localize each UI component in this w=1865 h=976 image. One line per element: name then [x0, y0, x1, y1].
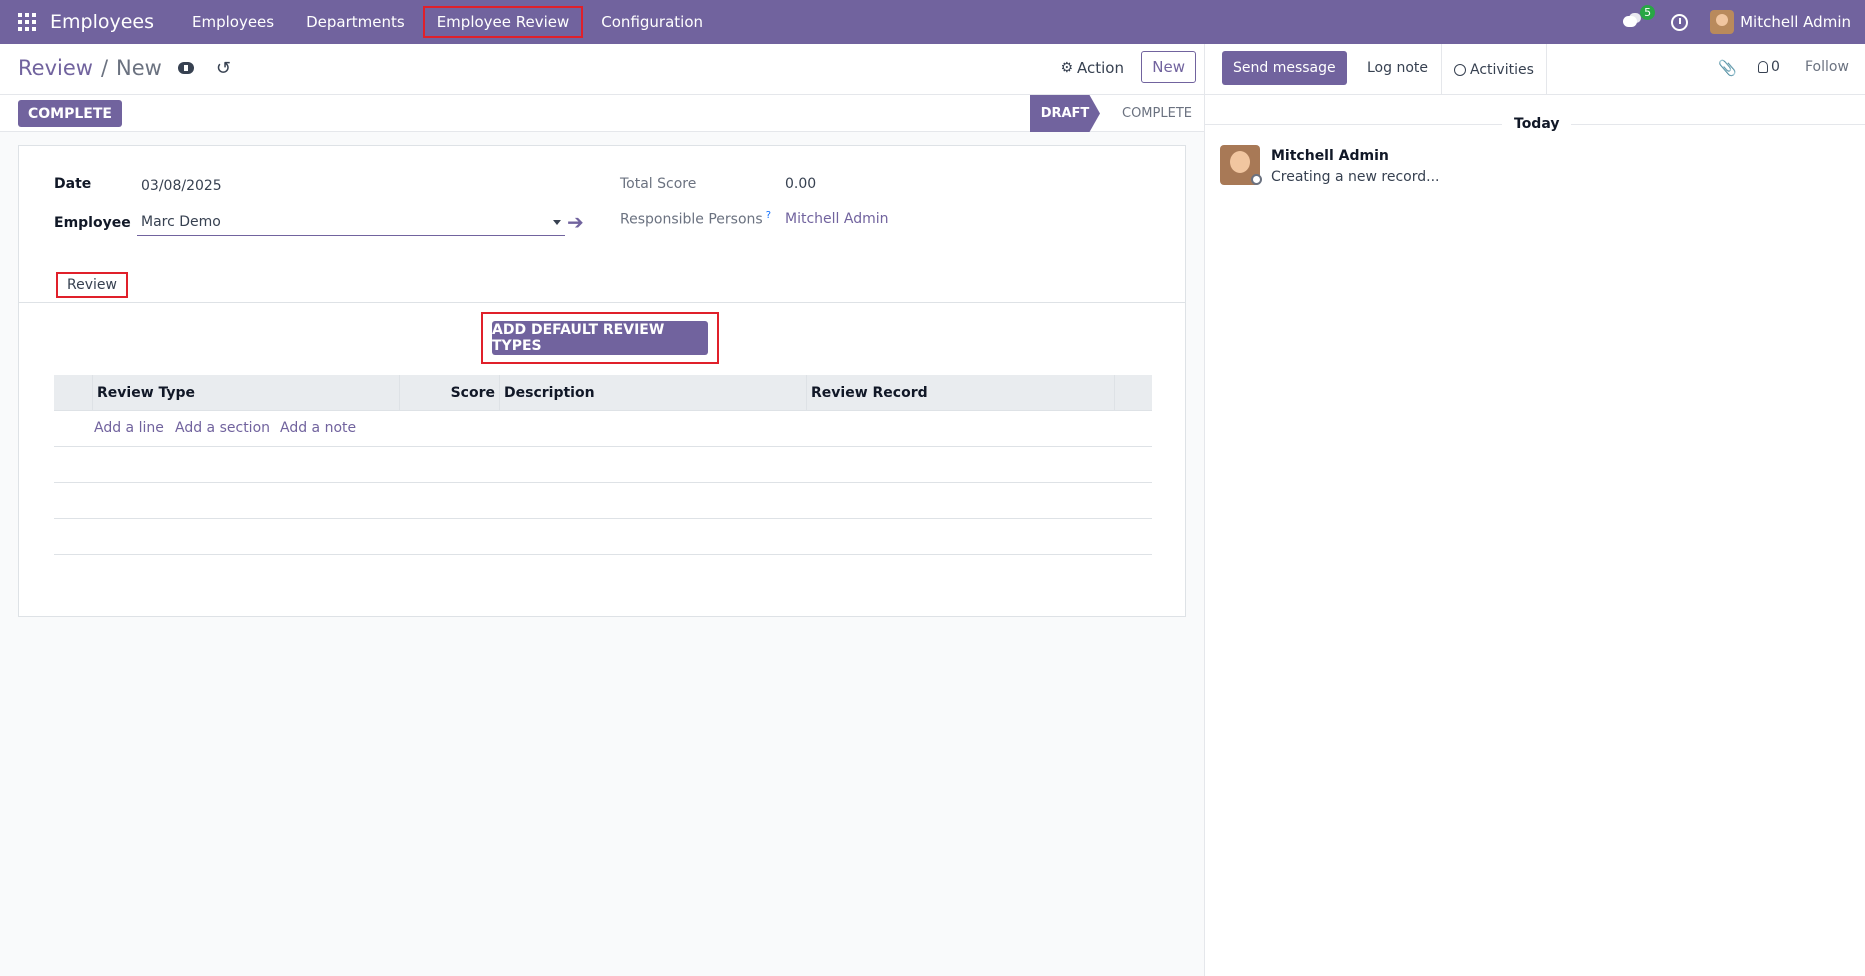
clock-icon[interactable]: [1671, 13, 1689, 31]
form-sheet: Date 03/08/2025 Employee Marc Demo ➔ Tot…: [18, 145, 1186, 617]
tab-review[interactable]: Review: [56, 272, 128, 298]
complete-button[interactable]: COMPLETE: [18, 100, 122, 127]
activities-label: Activities: [1470, 61, 1534, 78]
responsible-persons-text: Responsible Persons: [620, 211, 763, 228]
add-default-highlight: ADD DEFAULT REVIEW TYPES: [481, 312, 719, 364]
gear-icon: ⚙: [1060, 60, 1074, 76]
table-header: Review Type Score Description Review Rec…: [54, 375, 1152, 411]
breadcrumb-parent[interactable]: Review: [18, 56, 93, 80]
followers-button[interactable]: 0: [1758, 59, 1780, 75]
stage-complete[interactable]: COMPLETE: [1112, 95, 1202, 132]
date-separator-label: Today: [1502, 116, 1572, 132]
user-menu[interactable]: Mitchell Admin: [1740, 13, 1851, 31]
total-score-value: 0.00: [785, 176, 817, 192]
table-row: [54, 447, 1152, 483]
nav-employee-review[interactable]: Employee Review: [422, 6, 584, 38]
activities-button[interactable]: Activities: [1441, 44, 1547, 95]
action-button[interactable]: ⚙ Action: [1060, 59, 1124, 77]
table-handle-column: [54, 375, 92, 411]
person-icon: [1758, 61, 1768, 73]
status-bar: COMPLETE DRAFT COMPLETE: [0, 95, 1204, 132]
follow-button[interactable]: Follow: [1805, 59, 1849, 75]
message-body: Creating a new record...: [1271, 169, 1440, 185]
clock-icon: [1454, 63, 1466, 76]
followers-count: 0: [1771, 59, 1780, 75]
save-cloud-icon[interactable]: [177, 62, 194, 74]
column-review-record[interactable]: Review Record: [806, 375, 1114, 411]
add-a-note-link[interactable]: Add a note: [280, 420, 356, 436]
chatter-topbar: Send message Log note Activities 📎 0 Fol…: [1205, 44, 1865, 95]
employee-field[interactable]: Marc Demo: [137, 212, 565, 236]
breadcrumb: Review / New ↺: [18, 56, 231, 80]
column-options: [1114, 375, 1152, 411]
app-brand[interactable]: Employees: [50, 11, 154, 33]
message-author[interactable]: Mitchell Admin: [1271, 148, 1389, 164]
employee-label: Employee: [54, 215, 131, 231]
user-avatar[interactable]: [1710, 10, 1735, 34]
apps-menu-icon[interactable]: [18, 13, 36, 31]
date-label: Date: [54, 176, 92, 192]
paperclip-icon[interactable]: 📎: [1718, 59, 1737, 77]
chat-badge: 5: [1640, 5, 1656, 20]
column-description[interactable]: Description: [499, 375, 806, 411]
chatter-panel: Send message Log note Activities 📎 0 Fol…: [1204, 44, 1865, 976]
new-button[interactable]: New: [1141, 51, 1196, 83]
chat-icon[interactable]: 5: [1623, 5, 1656, 31]
table-row: Add a line Add a section Add a note: [54, 411, 1152, 447]
column-score[interactable]: Score: [399, 375, 499, 411]
breadcrumb-current: New: [116, 56, 162, 80]
tab-divider: [19, 302, 1185, 303]
send-message-button[interactable]: Send message: [1222, 51, 1347, 85]
help-tooltip-icon[interactable]: ?: [766, 210, 771, 221]
table-row: [54, 483, 1152, 519]
table-row: [54, 519, 1152, 555]
nav-departments[interactable]: Departments: [292, 6, 419, 38]
log-note-button[interactable]: Log note: [1357, 51, 1438, 85]
column-review-type[interactable]: Review Type: [92, 375, 399, 411]
discard-undo-icon[interactable]: ↺: [216, 58, 231, 79]
responsible-persons-label: Responsible Persons?: [620, 210, 771, 228]
chevron-down-icon[interactable]: [553, 220, 561, 225]
breadcrumb-separator: /: [100, 56, 109, 80]
add-a-line-link[interactable]: Add a line: [94, 420, 164, 436]
top-navbar: Employees Employees Departments Employee…: [0, 0, 1865, 44]
presence-status-icon: [1251, 174, 1262, 185]
navbar-systray: 5 Mitchell Admin: [1623, 0, 1851, 44]
employee-value: Marc Demo: [141, 214, 221, 230]
date-field[interactable]: 03/08/2025: [141, 178, 222, 194]
responsible-persons-field[interactable]: Mitchell Admin: [785, 211, 889, 227]
review-lines-table: Review Type Score Description Review Rec…: [54, 375, 1152, 555]
total-score-label: Total Score: [620, 176, 697, 192]
action-label: Action: [1077, 59, 1124, 77]
control-panel: Review / New ↺ ⚙ Action New: [0, 44, 1204, 95]
add-a-section-link[interactable]: Add a section: [175, 420, 270, 436]
add-default-review-types-button[interactable]: ADD DEFAULT REVIEW TYPES: [492, 321, 708, 355]
stage-draft[interactable]: DRAFT: [1030, 95, 1100, 132]
nav-employees[interactable]: Employees: [178, 6, 288, 38]
internal-link-arrow-icon[interactable]: ➔: [567, 210, 584, 234]
nav-configuration[interactable]: Configuration: [587, 6, 717, 38]
